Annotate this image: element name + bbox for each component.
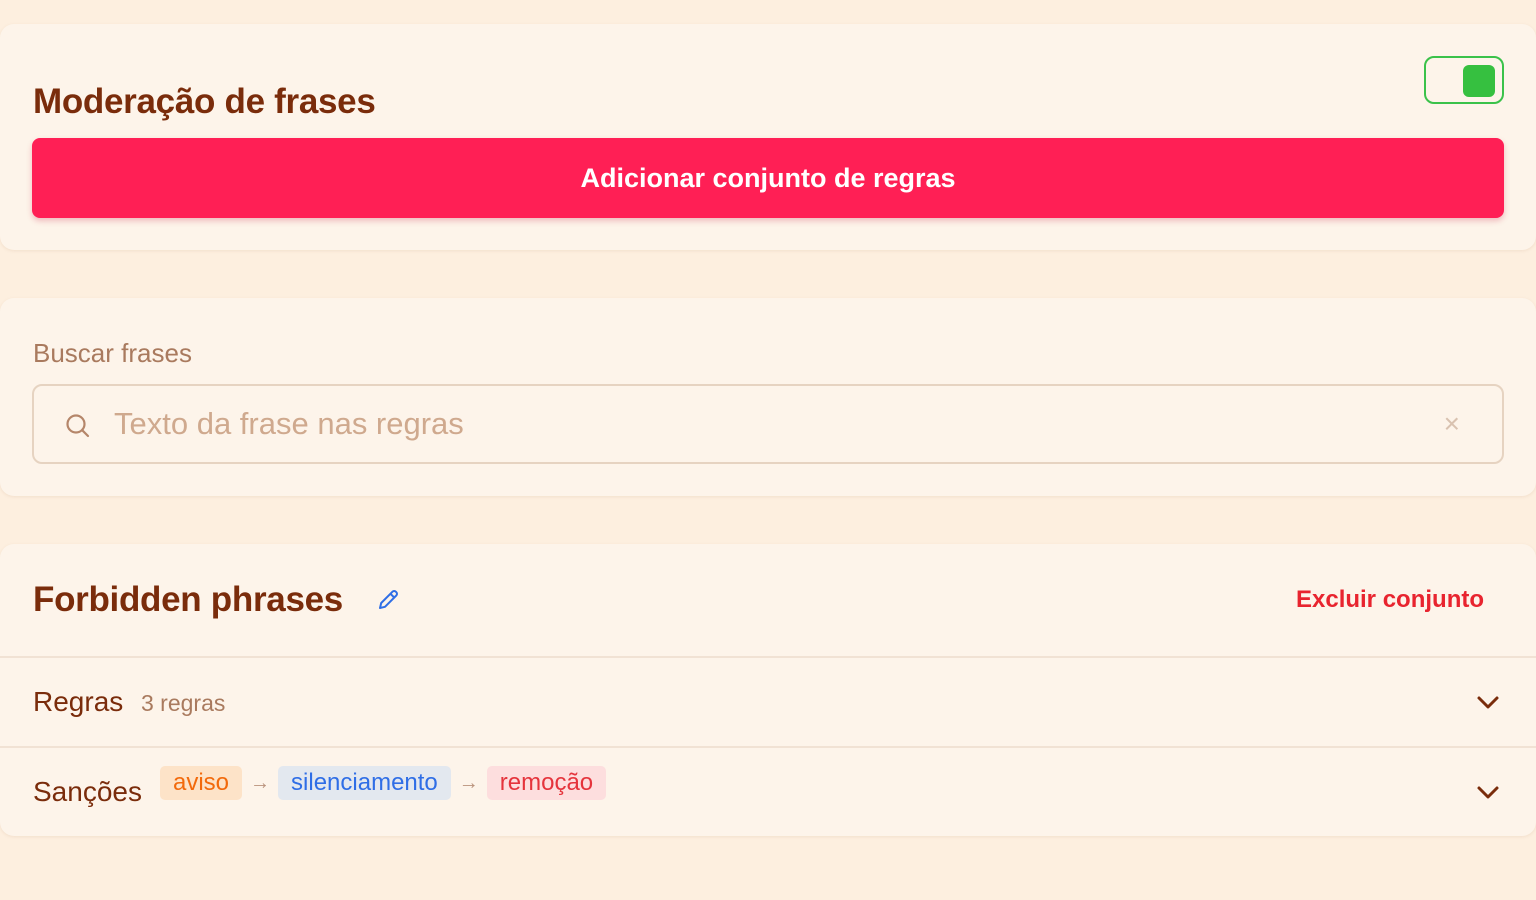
moderation-card: Moderação de frases Adicionar conjunto d… [0, 24, 1536, 250]
search-box[interactable]: × [32, 384, 1504, 464]
rules-count: 3 regras [141, 690, 226, 716]
add-ruleset-button[interactable]: Adicionar conjunto de regras [32, 138, 1504, 218]
chevron-down-icon[interactable] [1474, 778, 1502, 806]
close-icon[interactable]: × [1444, 408, 1460, 440]
search-card: Buscar frases × [0, 298, 1536, 496]
toggle-knob [1463, 65, 1495, 97]
page-title: Moderação de frases [33, 82, 376, 121]
search-label: Buscar frases [33, 338, 192, 368]
arrow-right-icon: → [458, 771, 479, 794]
sanctions-row[interactable]: Sanções aviso → silenciamento → remoção [0, 748, 1536, 836]
ruleset-card: Forbidden phrases Excluir conjunto Regra… [0, 544, 1536, 836]
sanction-chip-mute: silenciamento [278, 766, 451, 800]
pencil-icon[interactable] [374, 586, 402, 614]
sanction-steps: aviso → silenciamento → remoção [160, 766, 607, 800]
delete-ruleset-button[interactable]: Excluir conjunto [1296, 586, 1484, 614]
moderation-toggle[interactable] [1424, 56, 1504, 104]
search-input[interactable] [114, 386, 1414, 462]
rules-row[interactable]: Regras 3 regras [0, 658, 1536, 746]
rules-label: Regras [33, 686, 124, 717]
sanctions-label: Sanções [33, 776, 142, 807]
arrow-right-icon: → [250, 771, 271, 794]
ruleset-title: Forbidden phrases [33, 580, 343, 619]
chevron-down-icon[interactable] [1474, 688, 1502, 716]
sanction-chip-warning: aviso [160, 766, 243, 800]
search-icon [66, 414, 90, 438]
sanction-chip-removal: remoção [486, 766, 607, 800]
